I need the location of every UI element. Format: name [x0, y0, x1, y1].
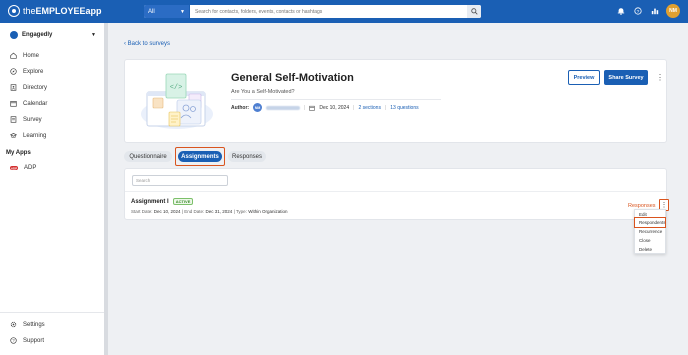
sidebar-item-label: Learning: [23, 132, 47, 139]
analytics-icon[interactable]: [649, 5, 661, 17]
menu-item-recurrence[interactable]: Recurrence: [639, 229, 662, 234]
home-icon: [10, 52, 17, 59]
sidebar-item-explore[interactable]: Explore: [10, 68, 43, 75]
chevron-down-icon: ▼: [180, 8, 185, 15]
more-options-icon[interactable]: ⋮: [656, 73, 664, 82]
back-to-surveys-link[interactable]: ‹ Back to surveys: [124, 41, 170, 47]
end-date-label: End Date:: [184, 209, 205, 214]
workspace-switcher[interactable]: Engagedly ▼: [10, 31, 96, 39]
bell-icon[interactable]: [615, 5, 627, 17]
author-avatar: NM: [253, 103, 263, 112]
author-name-redacted: [266, 105, 301, 110]
learning-icon: [10, 133, 17, 139]
assignment-title[interactable]: Assignment I: [131, 199, 169, 205]
sidebar-scrollbar[interactable]: [104, 23, 108, 355]
tab-responses[interactable]: Responses: [228, 151, 266, 162]
author-label: Author:: [231, 104, 250, 111]
sidebar: Engagedly ▼ Home Explore Directory Calen…: [0, 23, 108, 355]
sidebar-item-label: ADP: [24, 165, 37, 171]
back-link-label: Back to surveys: [127, 41, 171, 47]
survey-subtitle: Are You a Self-Motivated?: [231, 89, 295, 95]
status-badge: ACTIVE: [172, 198, 194, 205]
chevron-down-icon: ▼: [91, 32, 96, 38]
sidebar-item-label: Calendar: [23, 100, 48, 107]
list-divider: [125, 191, 666, 192]
svg-text:?: ?: [12, 338, 15, 343]
start-date-label: Start Date:: [131, 209, 153, 214]
sidebar-item-label: Explore: [23, 68, 44, 75]
search-button[interactable]: [467, 5, 481, 18]
app-logo[interactable]: the EMPLOYEEapp: [8, 5, 102, 17]
my-apps-heading: My Apps: [6, 150, 31, 156]
sidebar-item-calendar[interactable]: Calendar: [10, 100, 47, 107]
questions-link[interactable]: 13 questions: [390, 105, 418, 111]
menu-item-close[interactable]: Close: [639, 238, 651, 243]
sidebar-item-learning[interactable]: Learning: [10, 132, 46, 139]
sidebar-item-survey[interactable]: Survey: [10, 116, 42, 123]
calendar-icon: [10, 101, 17, 107]
global-search: All ▼: [144, 5, 481, 18]
survey-title: General Self-Motivation: [231, 72, 354, 84]
sidebar-item-label: Support: [23, 337, 45, 344]
svg-text:ADP: ADP: [11, 166, 17, 170]
workspace-icon: [10, 31, 18, 39]
type-label: Type:: [235, 209, 247, 214]
search-scope-select[interactable]: All ▼: [144, 5, 190, 18]
gear-icon: [10, 321, 17, 328]
assignment-options-menu: Edit Respondents Recurrence Close Delete: [634, 209, 666, 254]
top-bar: theEMPLOYEEapp All ▼ ? NM: [0, 0, 688, 23]
preview-button[interactable]: Preview: [568, 70, 600, 85]
sidebar-item-label: Directory: [23, 84, 48, 91]
assignment-title-row: Assignment I ACTIVE: [131, 198, 194, 205]
compass-icon: [10, 68, 17, 75]
sidebar-item-home[interactable]: Home: [10, 52, 39, 59]
meta-separator: |: [384, 104, 387, 111]
sidebar-item-support[interactable]: ? Support: [10, 337, 44, 344]
survey-illustration: </>: [141, 73, 213, 129]
search-scope-value: All: [148, 8, 155, 15]
end-date-value: Dec 31, 2024: [205, 209, 233, 214]
workspace-name: Engagedly: [22, 32, 53, 38]
sidebar-item-label: Home: [23, 52, 40, 59]
logo-mark-icon: [8, 5, 20, 17]
survey-header-card: </> General Self-Motivation Are You a Se…: [124, 59, 667, 143]
sidebar-item-adp[interactable]: ADP ADP: [10, 165, 36, 171]
tab-highlight-box: [175, 147, 225, 166]
meta-separator: |: [353, 104, 355, 111]
sidebar-item-label: Survey: [23, 116, 42, 123]
sidebar-item-settings[interactable]: Settings: [10, 321, 45, 328]
tab-questionnaire[interactable]: Questionnaire: [124, 151, 172, 162]
user-avatar[interactable]: NM: [666, 4, 680, 18]
sidebar-divider: [0, 312, 104, 313]
survey-meta: Author: NM | Dec 10, 2024 | 2 sections |…: [231, 103, 419, 112]
search-icon: [470, 8, 478, 15]
menu-item-delete[interactable]: Delete: [639, 247, 652, 252]
directory-icon: [10, 84, 17, 91]
assignments-card: Search Assignment I ACTIVE Start Date: D…: [124, 168, 669, 220]
calendar-icon: [309, 105, 316, 111]
meta-separator: |: [304, 104, 306, 111]
assignment-meta: Start Date: Dec 10, 2024 | End Date: Dec…: [131, 209, 287, 214]
top-icons: ? NM: [615, 4, 680, 18]
survey-divider: [231, 99, 441, 100]
sidebar-item-label: Settings: [23, 321, 45, 328]
sidebar-item-directory[interactable]: Directory: [10, 84, 47, 91]
share-survey-button[interactable]: Share Survey: [604, 70, 648, 85]
search-input[interactable]: [190, 5, 467, 18]
logo-brand: EMPLOYEEapp: [35, 6, 102, 16]
help-icon[interactable]: ?: [632, 5, 644, 17]
survey-date: Dec 10, 2024: [319, 104, 350, 111]
svg-text:</>: </>: [170, 84, 183, 92]
type-value: Within Organization: [248, 209, 288, 214]
survey-icon: [10, 116, 17, 123]
adp-icon: ADP: [10, 166, 18, 170]
sections-link[interactable]: 2 sections: [358, 105, 381, 111]
help-icon: ?: [10, 337, 17, 344]
svg-text:?: ?: [637, 9, 640, 15]
menu-highlight-box: [634, 217, 666, 228]
assignment-search-input[interactable]: Search: [132, 175, 228, 186]
logo-prefix: the: [23, 6, 36, 16]
start-date-value: Dec 10, 2024: [153, 209, 181, 214]
